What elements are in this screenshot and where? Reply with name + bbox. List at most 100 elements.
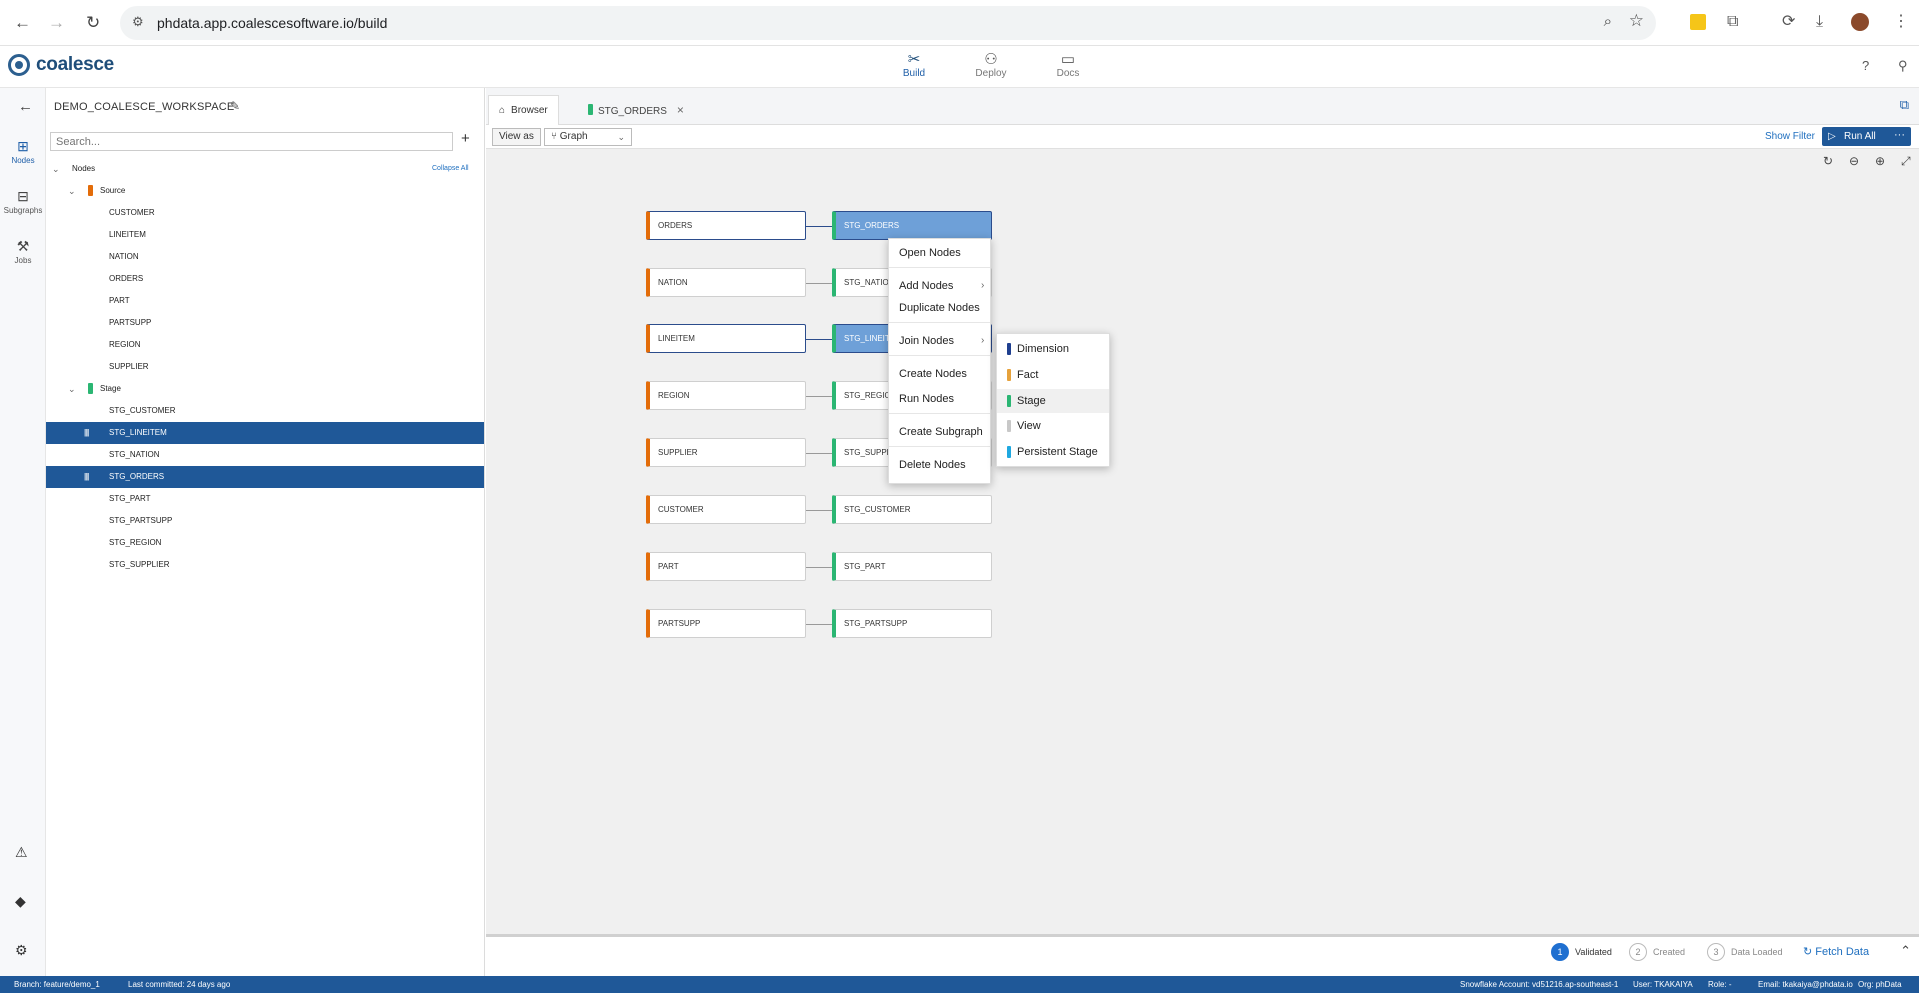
menu-delete-nodes[interactable]: Delete Nodes (899, 459, 966, 471)
chevron-down-icon[interactable]: ⌄ (68, 180, 76, 202)
tab-stg-orders[interactable]: STG_ORDERS × (578, 95, 694, 125)
graph-node-stage[interactable]: STG_ORDERS (832, 211, 992, 240)
download-icon[interactable]: ⤓ (1816, 12, 1823, 32)
graph-node-source[interactable]: REGION (646, 381, 806, 410)
menu-divider (889, 446, 990, 447)
submenu-stage[interactable]: Stage (997, 389, 1109, 413)
run-all-button[interactable]: ▷ Run All ··· (1822, 127, 1911, 146)
extension-icon[interactable] (1690, 14, 1706, 30)
graph-node-source[interactable]: CUSTOMER (646, 495, 806, 524)
settings-gear-icon[interactable]: ⚙ (15, 942, 28, 959)
graph-node-source[interactable]: PARTSUPP (646, 609, 806, 638)
menu-duplicate-nodes[interactable]: Duplicate Nodes (899, 302, 980, 314)
tree-item[interactable]: PART (46, 290, 484, 312)
menu-icon[interactable]: ⋮ (1893, 12, 1909, 32)
join-nodes-submenu: Dimension Fact Stage View Persistent Sta… (996, 333, 1110, 467)
fetch-data-button[interactable]: ↻ Fetch Data (1803, 945, 1869, 958)
tree-item[interactable]: STG_PARTSUPP (46, 510, 484, 532)
tree-root-nodes[interactable]: ⌄ Nodes Collapse All (46, 158, 484, 180)
graph-node-source[interactable]: LINEITEM (646, 324, 806, 353)
collapse-all-link[interactable]: Collapse All (432, 158, 469, 180)
user-icon[interactable]: ⚲ (1898, 58, 1908, 74)
nav-deploy[interactable]: ⚇ Deploy (963, 51, 1019, 79)
graph-node-stage[interactable]: STG_PART (832, 552, 992, 581)
nav-docs[interactable]: ▭ Docs (1040, 51, 1096, 79)
tree-item-label: STG_ORDERS (109, 472, 165, 481)
panel-toggle-icon[interactable]: ⧉ (1900, 97, 1909, 113)
graph-node-source[interactable]: ORDERS (646, 211, 806, 240)
submenu-view[interactable]: View (997, 414, 1109, 438)
graph-node-stage[interactable]: STG_PARTSUPP (832, 609, 992, 638)
coalesce-logo[interactable]: coalesce (8, 54, 114, 76)
site-info-icon[interactable]: ⚙ (132, 14, 144, 30)
edit-workspace-icon[interactable]: ✎ (230, 99, 240, 113)
submenu-fact[interactable]: Fact (997, 363, 1109, 387)
tree-item[interactable]: LINEITEM (46, 224, 484, 246)
tree-item-selected[interactable]: |||| STG_ORDERS (46, 466, 484, 488)
tree-group-source[interactable]: ⌄ Source (46, 180, 484, 202)
zoom-in-icon[interactable]: ⊕ (1875, 154, 1885, 168)
tab-browser[interactable]: ⌂ Browser (488, 95, 559, 125)
more-options-icon[interactable]: ··· (1894, 126, 1905, 145)
tree-item[interactable]: NATION (46, 246, 484, 268)
tree-item[interactable]: REGION (46, 334, 484, 356)
submenu-dimension[interactable]: Dimension (997, 337, 1109, 361)
step-label: Data Loaded (1731, 947, 1783, 957)
drag-handle-icon[interactable]: |||| (84, 422, 89, 444)
back-arrow-icon[interactable]: ← (18, 98, 33, 115)
step-label: Created (1653, 947, 1686, 957)
bookmark-star-icon[interactable]: ☆ (1629, 11, 1644, 31)
refresh-icon[interactable]: ↻ (1823, 154, 1833, 168)
profile-avatar[interactable] (1851, 13, 1869, 31)
graph-node-stage[interactable]: STG_CUSTOMER (832, 495, 992, 524)
help-icon[interactable]: ? (1862, 58, 1869, 73)
graph-node-source[interactable]: NATION (646, 268, 806, 297)
submenu-persistent-stage[interactable]: Persistent Stage (997, 440, 1109, 464)
drag-handle-icon[interactable]: |||| (84, 466, 89, 488)
menu-add-nodes[interactable]: Add Nodes › (899, 280, 984, 292)
address-bar[interactable]: ⚙ phdata.app.coalescesoftware.io/build ⌕… (120, 6, 1656, 40)
tree-item[interactable]: CUSTOMER (46, 202, 484, 224)
zoom-icon[interactable]: ⌕ (1604, 13, 1612, 30)
performance-icon[interactable]: ⟳ (1782, 12, 1795, 32)
close-tab-icon[interactable]: × (677, 103, 684, 117)
chevron-down-icon[interactable]: ⌄ (52, 158, 60, 180)
rail-jobs[interactable]: ⚒ Jobs (0, 238, 46, 265)
tree-item[interactable]: STG_REGION (46, 532, 484, 554)
reload-icon[interactable]: ↻ (86, 13, 100, 33)
menu-open-nodes[interactable]: Open Nodes (899, 247, 961, 259)
menu-join-nodes[interactable]: Join Nodes › (899, 335, 984, 347)
fit-view-icon[interactable]: ⤢ (1901, 154, 1911, 169)
graph-node-source[interactable]: SUPPLIER (646, 438, 806, 467)
rail-nodes[interactable]: ⊞ Nodes (0, 138, 46, 165)
back-icon[interactable]: ← (14, 13, 31, 33)
tree-item[interactable]: STG_CUSTOMER (46, 400, 484, 422)
tree-item[interactable]: PARTSUPP (46, 312, 484, 334)
tree-item[interactable]: STG_NATION (46, 444, 484, 466)
node-search-input[interactable] (50, 132, 453, 151)
tree-item[interactable]: STG_PART (46, 488, 484, 510)
tree-item[interactable]: STG_SUPPLIER (46, 554, 484, 576)
branch-status[interactable]: Branch: feature/demo_1 (14, 976, 100, 993)
tree-item-selected[interactable]: |||| STG_LINEITEM (46, 422, 484, 444)
url-text[interactable]: phdata.app.coalescesoftware.io/build (157, 15, 387, 31)
chevron-down-icon[interactable]: ⌄ (68, 378, 76, 400)
graph-node-source[interactable]: PART (646, 552, 806, 581)
extensions-puzzle-icon[interactable]: ⧉ (1727, 12, 1738, 32)
nav-build[interactable]: ✂ Build (886, 51, 942, 79)
menu-create-subgraph[interactable]: Create Subgraph (899, 426, 983, 438)
menu-run-nodes[interactable]: Run Nodes (899, 393, 954, 405)
git-icon[interactable]: ◆ (15, 893, 26, 910)
tree-item[interactable]: SUPPLIER (46, 356, 484, 378)
rail-subgraphs[interactable]: ⊟ Subgraphs (0, 188, 46, 215)
warning-icon[interactable]: ⚠ (15, 844, 28, 861)
tree-item[interactable]: ORDERS (46, 268, 484, 290)
menu-create-nodes[interactable]: Create Nodes (899, 368, 967, 380)
add-node-icon[interactable]: + (461, 130, 470, 147)
forward-icon[interactable]: → (48, 13, 65, 33)
view-mode-select[interactable]: ⑂ Graph ⌄ (544, 128, 632, 146)
expand-panel-icon[interactable]: ⌃ (1900, 943, 1911, 959)
zoom-out-icon[interactable]: ⊖ (1849, 154, 1859, 168)
show-filter-link[interactable]: Show Filter (1765, 131, 1815, 142)
tree-group-stage[interactable]: ⌄ Stage (46, 378, 484, 400)
